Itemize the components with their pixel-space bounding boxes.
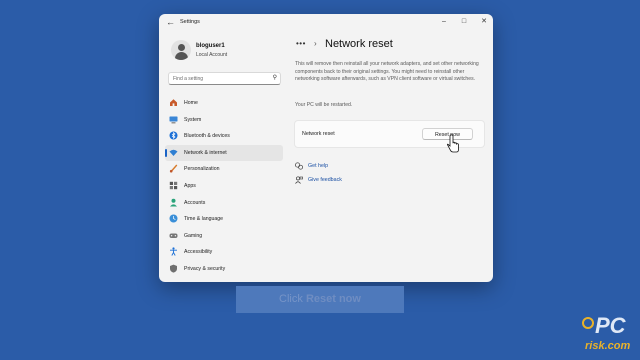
page-description: This will remove then reinstall all your… — [295, 61, 479, 83]
person-icon — [169, 198, 178, 207]
back-arrow-icon[interactable]: ← — [166, 17, 175, 27]
pcrisk-logo: PC risk.com — [582, 313, 630, 352]
sidebar-item-label: Bluetooth & devices — [184, 133, 230, 140]
account-type: Local Account — [196, 52, 228, 58]
instruction-caption: Click Reset now — [236, 286, 404, 313]
give-feedback-label[interactable]: Give feedback — [308, 177, 342, 183]
bluetooth-icon — [169, 131, 178, 140]
home-icon — [169, 98, 178, 107]
selection-indicator — [165, 148, 167, 157]
restart-note: Your PC will be restarted. — [295, 102, 353, 108]
brush-icon — [169, 164, 178, 173]
sidebar-item-apps[interactable]: Apps — [165, 178, 283, 195]
page-title: Network reset — [325, 38, 393, 50]
sidebar-item-bluetooth[interactable]: Bluetooth & devices — [165, 128, 283, 145]
sidebar-item-label: Time & language — [184, 216, 224, 223]
shield-icon — [169, 264, 178, 273]
search-icon[interactable]: ⚲ — [273, 74, 277, 81]
accessibility-icon — [169, 247, 178, 257]
sidebar-nav: Home System Bluetooth & devices Network … — [165, 95, 283, 278]
sidebar-item-accessibility[interactable]: Accessibility — [165, 244, 283, 261]
search-input[interactable] — [171, 74, 267, 83]
breadcrumb-separator-icon: › — [314, 39, 317, 48]
sidebar-item-label: Network & internet — [184, 149, 227, 156]
caption-prefix: Click — [279, 293, 306, 305]
globe-clock-icon — [169, 214, 178, 223]
sidebar-item-label: Privacy & security — [184, 265, 226, 272]
mouse-pointer-icon — [447, 134, 459, 153]
sidebar-item-privacy-security[interactable]: Privacy & security — [165, 261, 283, 278]
gamepad-icon — [169, 231, 178, 240]
sidebar-item-accounts[interactable]: Accounts — [165, 195, 283, 212]
caption-emphasis: Reset now — [305, 293, 361, 305]
sidebar-item-label: Apps — [184, 182, 196, 189]
sidebar-item-label: Gaming — [184, 232, 203, 239]
sidebar-item-time-language[interactable]: Time & language — [165, 211, 283, 228]
sidebar-item-personalization[interactable]: Personalization — [165, 161, 283, 178]
wifi-icon — [169, 148, 178, 157]
search-box[interactable]: ⚲ — [168, 72, 281, 85]
sidebar-item-label: Home — [184, 100, 198, 106]
sidebar-item-label: System — [184, 116, 202, 123]
card-label: Network reset — [302, 131, 335, 137]
sidebar-item-label: Accessibility — [184, 249, 213, 256]
monitor-icon — [169, 115, 178, 124]
settings-window: ← Settings – □ ✕ bloguser1 Local Account… — [159, 14, 493, 282]
feedback-icon — [295, 176, 303, 184]
get-help-label[interactable]: Get help — [308, 163, 328, 169]
help-icon — [295, 162, 303, 170]
sidebar-item-system[interactable]: System — [165, 112, 283, 129]
svg-text:PC: PC — [595, 313, 627, 338]
sidebar-item-label: Personalization — [184, 166, 220, 173]
sidebar-item-label: Accounts — [184, 199, 206, 206]
window-title: Settings — [180, 19, 200, 25]
apps-icon — [169, 181, 178, 190]
svg-text:risk.com: risk.com — [585, 340, 630, 352]
avatar[interactable] — [171, 40, 191, 60]
sidebar-item-network[interactable]: Network & internet — [165, 144, 283, 162]
sidebar-item-gaming[interactable]: Gaming — [165, 228, 283, 245]
breadcrumb-more-button[interactable]: ••• — [296, 39, 306, 48]
sidebar-item-home[interactable]: Home — [165, 95, 283, 112]
account-name: bloguser1 — [196, 43, 225, 49]
